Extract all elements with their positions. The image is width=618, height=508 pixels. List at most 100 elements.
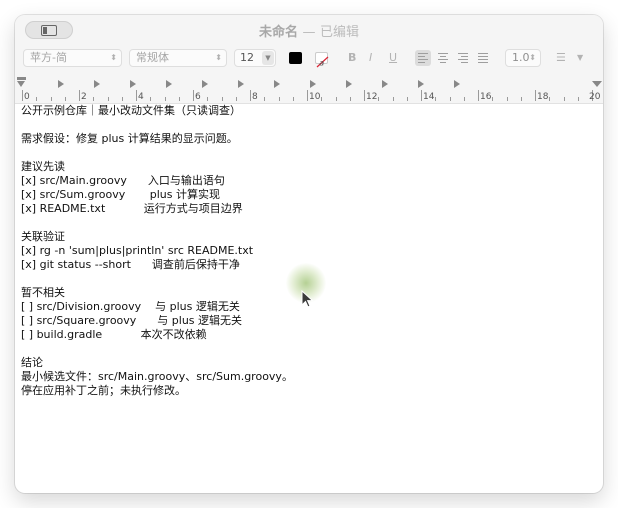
document-line: 需求假设：修复 plus 计算结果的显示问题。 xyxy=(21,132,238,145)
tab-stop[interactable] xyxy=(418,80,424,88)
ruler-tick xyxy=(278,97,280,101)
underline-button[interactable]: U xyxy=(389,50,397,66)
ruler-number: 0 xyxy=(24,92,30,102)
tab-stop[interactable] xyxy=(166,80,172,88)
first-line-indent-marker[interactable] xyxy=(17,77,26,80)
ruler-number: 14 xyxy=(423,92,435,102)
ruler-tick xyxy=(178,97,180,101)
align-right-button[interactable] xyxy=(455,50,471,66)
document-line: 公开示例仓库｜最小改动文件集（只读调查） xyxy=(21,104,241,117)
chevron-down-icon[interactable]: ▼ xyxy=(577,50,583,66)
list-icon[interactable]: ☰ xyxy=(556,50,566,66)
ruler-tick xyxy=(193,90,194,101)
ruler-tick xyxy=(93,97,95,101)
right-indent-marker[interactable] xyxy=(592,81,602,87)
font-family-value: 苹方-简 xyxy=(30,51,67,64)
ruler-tick xyxy=(22,90,23,101)
tab-stop[interactable] xyxy=(130,80,136,88)
ruler-tick xyxy=(79,90,80,101)
ruler-tick xyxy=(121,97,123,101)
align-center-button[interactable] xyxy=(435,50,451,66)
font-size-combo[interactable]: 12 ▼ xyxy=(234,49,276,67)
ruler-tick xyxy=(349,97,351,101)
tab-stop[interactable] xyxy=(310,80,316,88)
ruler-number: 4 xyxy=(138,92,144,102)
document-line: [x] src/Sum.groovy plus 计算实现 xyxy=(21,188,220,201)
ruler-tick xyxy=(64,97,66,101)
ruler-tick xyxy=(36,97,38,101)
updown-chevron-icon: ⬍ xyxy=(110,53,117,62)
document-line: [x] rg -n 'sum|plus|println' src README.… xyxy=(21,244,254,257)
ruler-tick xyxy=(492,97,494,101)
document-line: 关联验证 xyxy=(21,230,65,243)
document-line: [ ] src/Square.groovy 与 plus 逻辑无关 xyxy=(21,314,243,327)
edited-state: 已编辑 xyxy=(320,25,360,40)
highlight-color-swatch[interactable]: a xyxy=(315,52,329,68)
chevron-down-icon[interactable]: ▼ xyxy=(262,51,274,65)
document-line: 停在应用补丁之前；未执行修改。 xyxy=(21,384,186,397)
tab-stop[interactable] xyxy=(202,80,208,88)
format-toolbar: 苹方-简 ⬍ 常规体 ⬍ 12 ▼ a B I U 1.0 ⬍ ☰ ▼ xyxy=(15,47,603,71)
ruler-tick xyxy=(136,90,137,101)
ruler-tick xyxy=(563,97,565,101)
ruler-tick xyxy=(378,97,380,101)
document-line: [x] README.txt 运行方式与项目边界 xyxy=(21,202,243,215)
tab-stop[interactable] xyxy=(58,80,64,88)
font-family-select[interactable]: 苹方-简 ⬍ xyxy=(23,49,122,67)
ruler-tick xyxy=(406,97,408,101)
font-style-select[interactable]: 常规体 ⬍ xyxy=(129,49,227,67)
ruler[interactable]: 0 2 4 6 8 10 12 14 16 18 20 xyxy=(15,73,603,103)
line-spacing-select[interactable]: 1.0 ⬍ xyxy=(505,49,541,67)
ruler-tick xyxy=(235,97,237,101)
ruler-number: 12 xyxy=(366,92,378,102)
ruler-tick xyxy=(221,97,223,101)
mouse-pointer-icon xyxy=(301,289,315,312)
font-style-value: 常规体 xyxy=(136,51,169,64)
ruler-number: 8 xyxy=(252,92,258,102)
tab-stop[interactable] xyxy=(346,80,352,88)
text-color-swatch[interactable] xyxy=(289,52,302,64)
ruler-tick xyxy=(150,97,152,101)
ruler-number: 16 xyxy=(480,92,492,102)
document-line: [x] src/Main.groovy 入口与输出语句 xyxy=(21,174,225,187)
ruler-tick xyxy=(264,97,266,101)
ruler-tick xyxy=(321,97,323,101)
ruler-tick xyxy=(549,97,551,101)
ruler-tick xyxy=(435,97,437,101)
tab-stop[interactable] xyxy=(454,80,460,88)
ruler-number: 2 xyxy=(81,92,87,102)
tab-stop[interactable] xyxy=(274,80,280,88)
document-line: 建议先读 xyxy=(21,160,65,173)
align-justify-button[interactable] xyxy=(475,50,491,66)
window-chrome: 未命名 — 已编辑 苹方-简 ⬍ 常规体 ⬍ 12 ▼ a B I U 1.0 … xyxy=(15,15,603,104)
ruler-number: 6 xyxy=(195,92,201,102)
no-color-icon: a xyxy=(316,56,329,68)
title-separator: — xyxy=(302,25,316,40)
document-line: 结论 xyxy=(21,356,43,369)
ruler-tick xyxy=(307,90,308,101)
document-line: 最小候选文件：src/Main.groovy、src/Sum.groovy。 xyxy=(21,370,293,383)
ruler-tick xyxy=(364,90,365,101)
ruler-tick xyxy=(535,90,536,101)
align-left-button[interactable] xyxy=(415,50,431,66)
document-line: [ ] build.gradle 本次不改依赖 xyxy=(21,328,207,341)
window-title: 未命名 — 已编辑 xyxy=(15,21,603,40)
ruler-tick xyxy=(520,97,522,101)
left-indent-marker[interactable] xyxy=(17,81,25,87)
ruler-tick xyxy=(478,90,479,101)
tab-stop[interactable] xyxy=(238,80,244,88)
ruler-tick xyxy=(506,97,508,101)
tab-stop[interactable] xyxy=(94,80,100,88)
italic-button[interactable]: I xyxy=(369,50,372,66)
title-bar: 未命名 — 已编辑 xyxy=(15,15,603,45)
ruler-number: 10 xyxy=(309,92,321,102)
ruler-number: 20 xyxy=(589,92,601,102)
ruler-tick xyxy=(449,97,451,101)
tab-stop[interactable] xyxy=(382,80,388,88)
ruler-tick xyxy=(107,97,109,101)
bold-button[interactable]: B xyxy=(348,50,356,66)
ruler-tick xyxy=(577,97,579,101)
